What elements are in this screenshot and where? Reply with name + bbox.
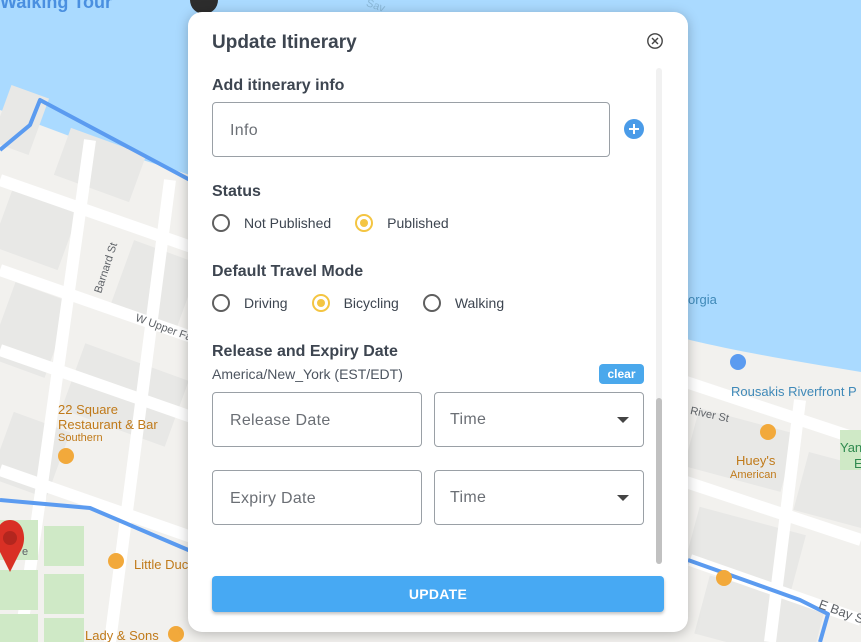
clear-button[interactable]: clear — [599, 364, 644, 384]
release-time-value: Time — [450, 411, 487, 428]
travel-mode-label: Default Travel Mode — [212, 263, 364, 280]
radio-driving[interactable] — [212, 294, 230, 312]
chevron-down-icon — [617, 495, 629, 501]
release-date-field[interactable] — [212, 392, 422, 448]
travel-mode-radio-group: Driving Bicycling Walking — [212, 291, 528, 315]
release-time-select[interactable]: Time — [434, 392, 644, 447]
radio-label-published: Published — [387, 215, 449, 231]
travel-option-bicycling[interactable]: Bicycling — [311, 294, 399, 312]
travel-option-driving[interactable]: Driving — [212, 294, 288, 312]
poi-label-little-duck[interactable]: Little Duc — [134, 557, 188, 572]
radio-published[interactable] — [355, 214, 374, 232]
map-label-e-small: e — [22, 546, 29, 558]
poi-label-hueys[interactable]: Huey's — [736, 453, 775, 468]
radio-label-walking: Walking — [454, 295, 505, 311]
map-header-text: Walking Tour — [0, 0, 112, 12]
expiry-date-input[interactable] — [228, 471, 410, 526]
radio-label-driving: Driving — [244, 295, 288, 311]
status-option-not-published[interactable]: Not Published — [212, 214, 331, 232]
radio-label-not-published: Not Published — [244, 215, 332, 231]
expiry-time-select[interactable]: Time — [434, 470, 644, 525]
travel-option-walking[interactable]: Walking — [422, 294, 505, 312]
close-circle-icon[interactable] — [646, 32, 664, 50]
dates-label: Release and Expiry Date — [212, 343, 398, 360]
poi-label-rousakis[interactable]: Rousakis Riverfront P — [731, 384, 857, 399]
info-section-label: Add itinerary info — [212, 77, 345, 94]
scrollbar-thumb[interactable] — [656, 398, 662, 564]
dialog-title: Update Itinerary — [212, 32, 357, 53]
map-label-georgia: orgia — [688, 292, 717, 307]
expiry-date-field[interactable] — [212, 470, 422, 526]
update-itinerary-dialog: Update Itinerary Add itinerary info Stat… — [188, 12, 688, 632]
radio-walking[interactable] — [422, 294, 441, 312]
poi-label-22-square[interactable]: 22 Square Restaurant & Bar — [58, 402, 158, 432]
map-label-e: E — [854, 456, 861, 471]
poi-sublabel-22-square: Southern — [58, 432, 103, 444]
radio-label-bicycling: Bicycling — [343, 295, 399, 311]
radio-bicycling[interactable] — [311, 294, 330, 312]
poi-label-lady-sons[interactable]: Lady & Sons — [85, 628, 159, 642]
timezone-text: America/New_York (EST/EDT) — [212, 366, 403, 382]
status-radio-group: Not Published Published — [212, 211, 473, 235]
poi-sublabel-hueys: American — [730, 469, 777, 481]
info-field[interactable] — [212, 102, 610, 158]
chevron-down-icon — [617, 417, 629, 423]
status-option-published[interactable]: Published — [355, 214, 449, 232]
release-date-input[interactable] — [228, 393, 410, 448]
expiry-time-value: Time — [450, 489, 487, 506]
status-label: Status — [212, 183, 261, 200]
map-label-yam: Yan — [840, 440, 861, 455]
plus-circle-icon[interactable] — [624, 119, 644, 139]
info-input[interactable] — [228, 103, 598, 158]
radio-not-published[interactable] — [212, 214, 230, 232]
update-button[interactable]: UPDATE — [212, 576, 664, 612]
